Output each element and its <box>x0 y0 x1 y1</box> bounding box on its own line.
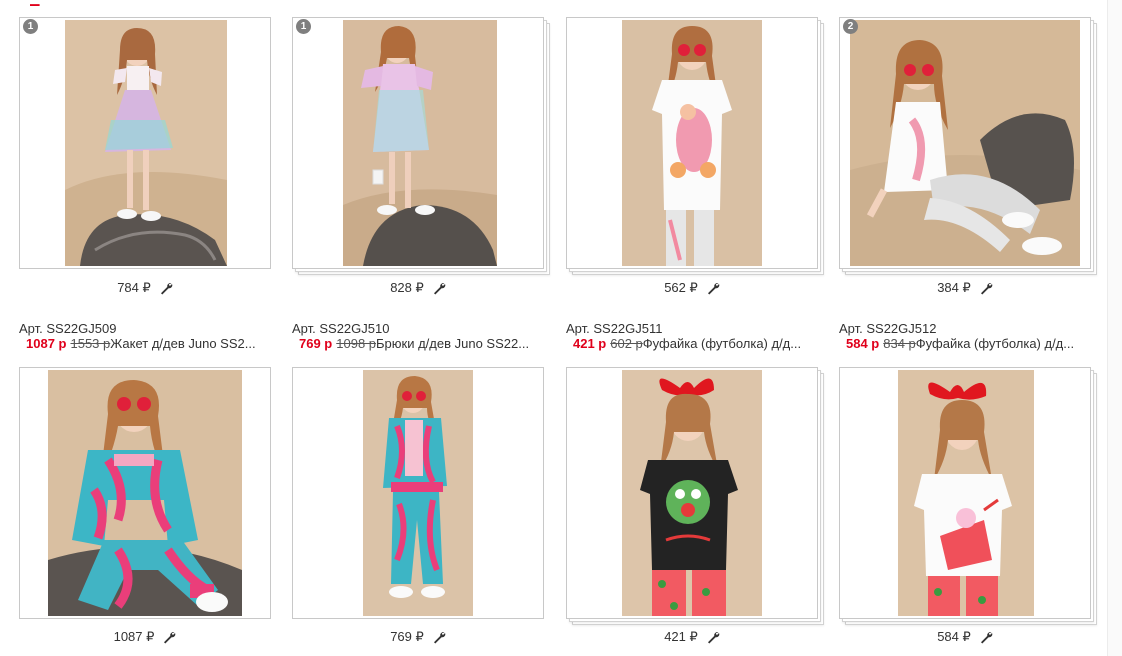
price-old: 1553 р <box>70 336 111 351</box>
product-title-link[interactable]: 584 р 834 рФуфайка (футболка) д/д... <box>839 336 1091 352</box>
product-image-stack[interactable]: 1 <box>292 17 550 275</box>
product-image-stack[interactable] <box>19 367 271 619</box>
price-new: 421 р <box>573 336 607 351</box>
product-card: Арт. SS22GJ512 584 р 834 рФуфайка (футбол… <box>839 321 1097 644</box>
product-card: 562 ₽ <box>566 17 824 295</box>
product-price: 562 ₽ <box>664 280 698 295</box>
wrench-icon[interactable] <box>979 630 993 644</box>
product-price: 769 ₽ <box>390 629 424 644</box>
product-card: 1 828 ₽ <box>292 17 550 295</box>
image-count-badge: 1 <box>23 19 38 34</box>
product-image-frame[interactable]: 1 <box>292 17 544 269</box>
price-row: 562 ₽ <box>566 279 818 297</box>
wrench-icon[interactable] <box>706 281 720 295</box>
product-image-stack[interactable] <box>566 367 824 625</box>
product-image-stack[interactable] <box>292 367 544 619</box>
product-card: Арт. SS22GJ510 769 р 1098 рБрюки д/дев Ju… <box>292 321 544 644</box>
wrench-icon[interactable] <box>162 630 176 644</box>
product-price: 421 ₽ <box>664 629 698 644</box>
product-image-frame[interactable] <box>19 367 271 619</box>
product-photo[interactable] <box>363 370 473 616</box>
price-row: 769 ₽ <box>292 628 544 646</box>
price-new: 584 р <box>846 336 880 351</box>
price-row: 784 ₽ <box>19 279 271 297</box>
product-photo[interactable] <box>65 20 227 266</box>
product-image-stack[interactable] <box>839 367 1097 625</box>
product-price: 1087 ₽ <box>113 629 155 644</box>
product-card: Арт. SS22GJ511 421 р 602 рФуфайка (футбол… <box>566 321 824 644</box>
article-number: Арт. SS22GJ512 <box>839 321 937 336</box>
product-name: Жакет д/дев Juno SS2... <box>110 336 256 351</box>
product-image-stack[interactable] <box>566 17 824 275</box>
wrench-icon[interactable] <box>432 281 446 295</box>
article-number: Арт. SS22GJ509 <box>19 321 117 336</box>
product-image-stack[interactable]: 2 <box>839 17 1097 275</box>
product-name: Фуфайка (футболка) д/д... <box>915 336 1075 351</box>
product-price: 384 ₽ <box>937 280 971 295</box>
price-old: 602 р <box>610 336 643 351</box>
wrench-icon[interactable] <box>979 281 993 295</box>
product-image-frame[interactable]: 1 <box>19 17 271 269</box>
article-number: Арт. SS22GJ510 <box>292 321 390 336</box>
product-card: Арт. SS22GJ509 1087 р 1553 рЖакет д/дев J… <box>19 321 271 644</box>
price-row: 828 ₽ <box>292 279 544 297</box>
product-photo[interactable] <box>622 20 762 266</box>
vertical-scrollbar[interactable] <box>1107 0 1122 656</box>
price-row: 1087 ₽ <box>19 628 271 646</box>
product-image-frame[interactable] <box>292 367 544 619</box>
product-photo[interactable] <box>343 20 497 266</box>
price-old: 834 р <box>883 336 916 351</box>
product-card: 2 384 ₽ <box>839 17 1097 295</box>
price-row: 421 ₽ <box>566 628 818 646</box>
product-title-link[interactable]: 421 р 602 рФуфайка (футболка) д/д... <box>566 336 818 352</box>
clipped-product-title: ▂ <box>30 0 260 6</box>
product-image-frame[interactable] <box>839 367 1091 619</box>
product-name: Брюки д/дев Juno SS22... <box>376 336 530 351</box>
product-photo[interactable] <box>622 370 762 616</box>
product-price: 828 ₽ <box>390 280 424 295</box>
price-row: 584 ₽ <box>839 628 1091 646</box>
image-count-badge: 1 <box>296 19 311 34</box>
product-name: Фуфайка (футболка) д/д... <box>642 336 802 351</box>
price-new: 769 р <box>299 336 333 351</box>
product-image-frame[interactable]: 2 <box>839 17 1091 269</box>
product-photo[interactable] <box>850 20 1080 266</box>
product-card: 1 784 ₽ <box>19 17 271 295</box>
article-number: Арт. SS22GJ511 <box>566 321 663 336</box>
product-photo[interactable] <box>898 370 1034 616</box>
product-image-frame[interactable] <box>566 367 818 619</box>
product-price: 584 ₽ <box>937 629 971 644</box>
price-row: 384 ₽ <box>839 279 1091 297</box>
product-title-link[interactable]: 769 р 1098 рБрюки д/дев Juno SS22... <box>292 336 544 352</box>
product-image-frame[interactable] <box>566 17 818 269</box>
wrench-icon[interactable] <box>706 630 720 644</box>
product-price: 784 ₽ <box>117 280 151 295</box>
product-photo[interactable] <box>48 370 242 616</box>
price-old: 1098 р <box>336 336 377 351</box>
product-title-link[interactable]: 1087 р 1553 рЖакет д/дев Juno SS2... <box>19 336 271 352</box>
wrench-icon[interactable] <box>159 281 173 295</box>
wrench-icon[interactable] <box>432 630 446 644</box>
image-count-badge: 2 <box>843 19 858 34</box>
price-new: 1087 р <box>26 336 67 351</box>
product-image-stack[interactable]: 1 <box>19 17 271 269</box>
